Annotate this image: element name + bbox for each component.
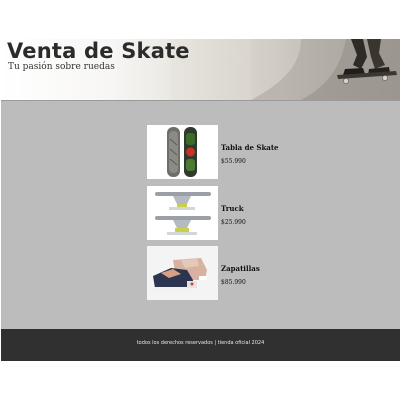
footer-text: todos los derechos reservados | tienda o…: [136, 340, 265, 346]
product-price: $25.990: [221, 219, 246, 226]
site-tagline: Tu pasión sobre ruedas: [8, 62, 115, 72]
site-title: Venta de Skate: [7, 39, 190, 63]
product-image-truck[interactable]: [147, 186, 218, 240]
product-name[interactable]: Zapatillas: [221, 264, 260, 273]
product-price: $85.990: [221, 279, 246, 286]
skateboard-decks-icon: [147, 125, 218, 179]
site-header: Venta de Skate Tu pasión sobre ruedas: [1, 39, 400, 101]
product-image-zapatillas[interactable]: [147, 246, 218, 300]
page-frame: Venta de Skate Tu pasión sobre ruedas Ta…: [1, 39, 400, 361]
product-image-tabla[interactable]: [147, 125, 218, 179]
product-name[interactable]: Tabla de Skate: [221, 143, 279, 152]
site-footer: todos los derechos reservados | tienda o…: [1, 329, 400, 361]
sneaker-icon: [147, 246, 218, 300]
skate-trucks-icon: [147, 186, 218, 240]
product-name[interactable]: Truck: [221, 204, 244, 213]
product-price: $55.990: [221, 158, 246, 165]
